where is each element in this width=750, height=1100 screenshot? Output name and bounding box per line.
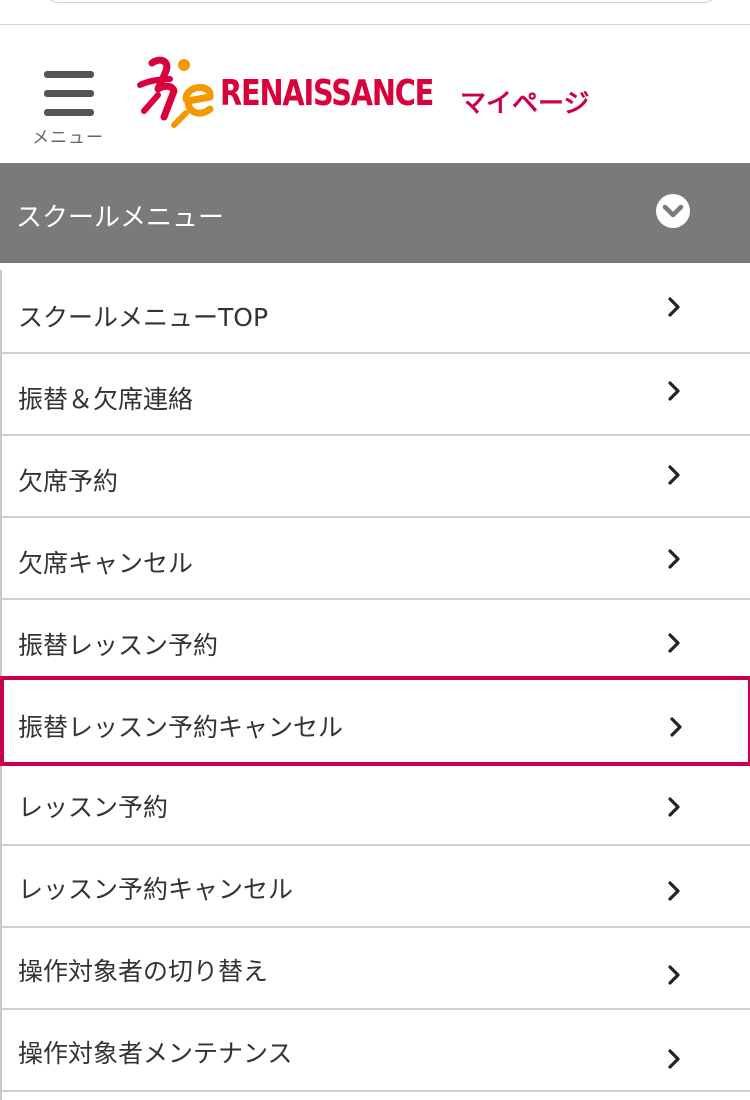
chevron-right-icon — [670, 717, 682, 737]
menu-item-absence-reservation[interactable]: 欠席予約 — [2, 436, 750, 518]
menu-item-lesson-cancel[interactable]: レッスン予約キャンセル — [2, 846, 750, 928]
menu-item-label: 振替レッスン予約キャンセル — [18, 713, 344, 742]
menu-item-absence-cancel[interactable]: 欠席キャンセル — [2, 518, 750, 600]
chevron-right-icon — [668, 465, 680, 485]
logo-wordmark: RENAISSANCE — [220, 73, 434, 114]
school-menu-list: スクールメニューTOP 振替＆欠席連絡 欠席予約 欠席キャンセル 振替レッスン予… — [0, 270, 750, 1100]
chevron-right-icon — [668, 965, 680, 985]
chevron-down-circle-icon[interactable] — [656, 194, 690, 228]
chevron-right-icon — [668, 881, 680, 901]
menu-item-lesson-reservation[interactable]: レッスン予約 — [2, 766, 750, 846]
menu-item-label: 振替レッスン予約 — [18, 631, 219, 660]
browser-url-strip — [0, 0, 750, 25]
school-menu-title: スクールメニュー — [16, 203, 225, 233]
menu-item-label: レッスン予約キャンセル — [18, 875, 294, 904]
chevron-right-icon — [668, 381, 680, 401]
chevron-right-icon — [668, 797, 680, 817]
menu-item-target-user-maintenance[interactable]: 操作対象者メンテナンス — [2, 1010, 750, 1092]
school-menu-accordion[interactable]: スクールメニュー — [0, 163, 750, 263]
mypage-label: マイページ — [460, 89, 590, 119]
page: メニュー RENAISSANCE マイページ スクールメニュー スクールメニュー… — [0, 0, 750, 1100]
menu-button[interactable]: メニュー — [30, 67, 106, 148]
menu-item-label: 操作対象者の切り替え — [18, 957, 269, 986]
menu-item-transfer-absence[interactable]: 振替＆欠席連絡 — [2, 354, 750, 436]
hamburger-icon — [44, 71, 94, 117]
menu-item-school-top[interactable]: スクールメニューTOP — [2, 270, 750, 354]
menu-item-label: 欠席予約 — [18, 467, 119, 496]
renaissance-logo[interactable]: RENAISSANCE — [134, 55, 434, 133]
chevron-right-icon — [668, 1049, 680, 1069]
menu-item-transfer-lesson-cancel[interactable]: 振替レッスン予約キャンセル — [0, 676, 750, 766]
menu-item-label: スクールメニューTOP — [18, 303, 269, 332]
menu-item-label: 振替＆欠席連絡 — [18, 385, 194, 414]
address-bar[interactable] — [44, 0, 718, 3]
chevron-right-icon — [668, 549, 680, 569]
site-header: メニュー RENAISSANCE マイページ — [0, 25, 750, 163]
menu-item-transfer-lesson-reservation[interactable]: 振替レッスン予約 — [2, 600, 750, 678]
chevron-right-icon — [668, 633, 680, 653]
menu-item-label: 操作対象者メンテナンス — [18, 1039, 293, 1068]
re-mark-icon — [137, 56, 214, 128]
menu-item-label: 欠席キャンセル — [18, 549, 194, 578]
menu-item-label: レッスン予約 — [18, 793, 169, 822]
menu-item-switch-target-user[interactable]: 操作対象者の切り替え — [2, 928, 750, 1010]
chevron-right-icon — [668, 297, 680, 317]
menu-label: メニュー — [32, 128, 104, 148]
